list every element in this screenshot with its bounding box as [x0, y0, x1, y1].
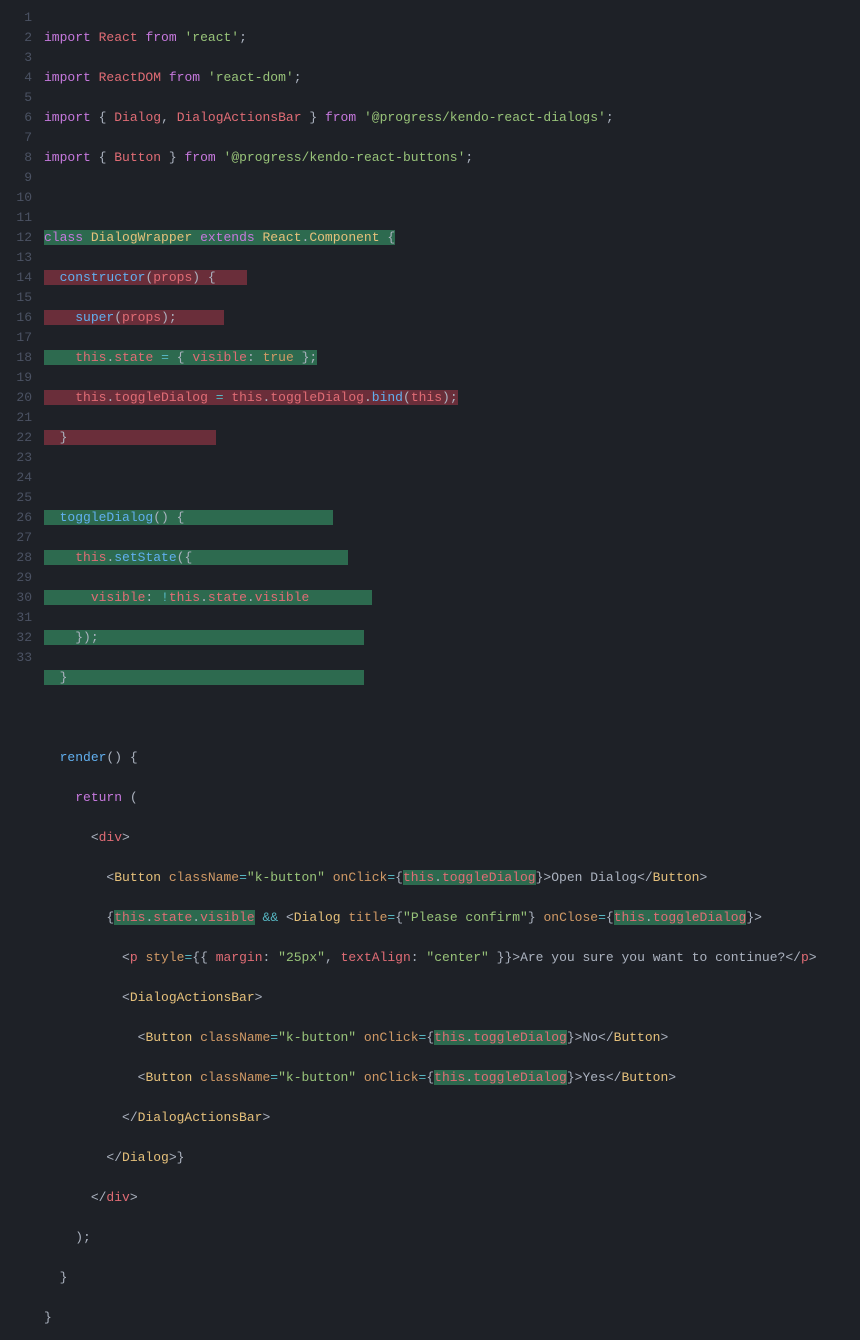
line-number: 12 — [0, 228, 32, 248]
line-number: 22 — [0, 428, 32, 448]
code-line[interactable]: import React from 'react'; — [44, 28, 860, 48]
line-number: 17 — [0, 328, 32, 348]
line-number: 26 — [0, 508, 32, 528]
code-line[interactable]: <div> — [44, 828, 860, 848]
line-number: 28 — [0, 548, 32, 568]
code-line[interactable] — [44, 708, 860, 728]
line-number-gutter: 1 2 3 4 5 6 7 8 9 10 11 12 13 14 15 16 1… — [0, 8, 44, 1340]
line-number: 10 — [0, 188, 32, 208]
code-line[interactable]: import { Dialog, DialogActionsBar } from… — [44, 108, 860, 128]
line-number: 19 — [0, 368, 32, 388]
code-line[interactable] — [44, 468, 860, 488]
code-line[interactable]: import ReactDOM from 'react-dom'; — [44, 68, 860, 88]
code-line[interactable]: toggleDialog() { — [44, 508, 860, 528]
line-number: 7 — [0, 128, 32, 148]
line-number: 11 — [0, 208, 32, 228]
code-line[interactable]: ); — [44, 1228, 860, 1248]
line-number: 31 — [0, 608, 32, 628]
code-line[interactable]: } — [44, 428, 860, 448]
code-line[interactable]: <Button className="k-button" onClick={th… — [44, 1028, 860, 1048]
code-editor[interactable]: 1 2 3 4 5 6 7 8 9 10 11 12 13 14 15 16 1… — [0, 0, 860, 1340]
line-number: 13 — [0, 248, 32, 268]
code-line[interactable]: } — [44, 668, 860, 688]
line-number: 20 — [0, 388, 32, 408]
code-line[interactable]: this.setState({ — [44, 548, 860, 568]
code-line[interactable]: <DialogActionsBar> — [44, 988, 860, 1008]
code-line[interactable]: super(props); — [44, 308, 860, 328]
code-line[interactable]: return ( — [44, 788, 860, 808]
line-number: 4 — [0, 68, 32, 88]
code-line[interactable]: import { Button } from '@progress/kendo-… — [44, 148, 860, 168]
code-line[interactable]: class DialogWrapper extends React.Compon… — [44, 228, 860, 248]
line-number: 27 — [0, 528, 32, 548]
code-line[interactable]: <Button className="k-button" onClick={th… — [44, 1068, 860, 1088]
code-line[interactable]: this.toggleDialog = this.toggleDialog.bi… — [44, 388, 860, 408]
line-number: 6 — [0, 108, 32, 128]
line-number: 9 — [0, 168, 32, 188]
code-line[interactable]: </DialogActionsBar> — [44, 1108, 860, 1128]
line-number: 16 — [0, 308, 32, 328]
line-number: 32 — [0, 628, 32, 648]
line-number: 5 — [0, 88, 32, 108]
line-number: 23 — [0, 448, 32, 468]
code-line[interactable]: </Dialog>} — [44, 1148, 860, 1168]
line-number: 33 — [0, 648, 32, 668]
line-number: 3 — [0, 48, 32, 68]
code-line[interactable]: visible: !this.state.visible — [44, 588, 860, 608]
code-line[interactable] — [44, 188, 860, 208]
code-line[interactable]: } — [44, 1268, 860, 1288]
code-line[interactable]: </div> — [44, 1188, 860, 1208]
line-number: 24 — [0, 468, 32, 488]
code-content[interactable]: import React from 'react'; import ReactD… — [44, 8, 860, 1340]
code-line[interactable]: render() { — [44, 748, 860, 768]
line-number: 30 — [0, 588, 32, 608]
line-number: 29 — [0, 568, 32, 588]
line-number: 18 — [0, 348, 32, 368]
line-number: 21 — [0, 408, 32, 428]
code-line[interactable]: constructor(props) { — [44, 268, 860, 288]
code-line[interactable]: }); — [44, 628, 860, 648]
line-number: 25 — [0, 488, 32, 508]
code-line[interactable]: {this.state.visible && <Dialog title={"P… — [44, 908, 860, 928]
code-line[interactable]: <p style={{ margin: "25px", textAlign: "… — [44, 948, 860, 968]
line-number: 8 — [0, 148, 32, 168]
line-number: 2 — [0, 28, 32, 48]
line-number: 15 — [0, 288, 32, 308]
code-line[interactable]: <Button className="k-button" onClick={th… — [44, 868, 860, 888]
code-line[interactable]: } — [44, 1308, 860, 1328]
line-number: 1 — [0, 8, 32, 28]
line-number: 14 — [0, 268, 32, 288]
code-line[interactable]: this.state = { visible: true }; — [44, 348, 860, 368]
